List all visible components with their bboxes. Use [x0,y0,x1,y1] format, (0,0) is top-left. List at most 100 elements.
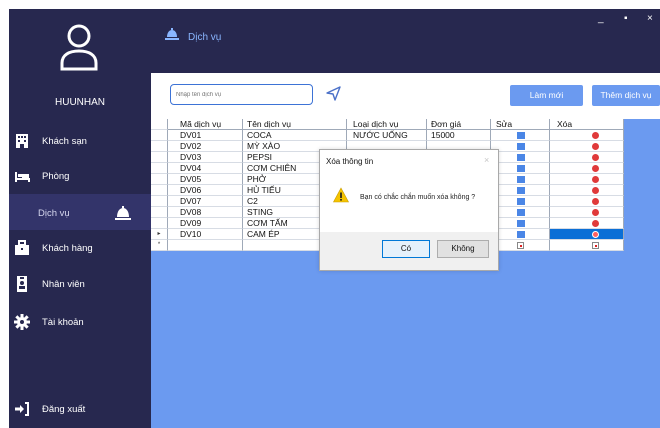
cell-service-id[interactable]: DV10 [168,229,243,240]
cell-edit [491,229,550,240]
cell-service-type[interactable]: NƯỚC UỐNG [347,130,427,141]
edit-icon[interactable] [517,176,525,183]
confirm-delete-dialog: Xóa thông tin × Bạn có chắc chắn muốn xó… [319,149,499,271]
edit-icon[interactable] [517,132,525,139]
cell-service-id[interactable]: DV08 [168,207,243,218]
missing-image-icon[interactable] [592,242,599,249]
cell-service-id[interactable]: DV05 [168,174,243,185]
delete-icon[interactable] [592,231,599,238]
cell-delete [550,229,624,240]
cell-edit [491,207,550,218]
dialog-no-button[interactable]: Không [437,240,489,258]
row-header[interactable]: * [151,240,168,251]
column-header-edit[interactable]: Sửa [491,119,550,130]
logout-icon [15,402,29,416]
edit-icon[interactable] [517,220,525,227]
dialog-yes-button[interactable]: Có [382,240,430,258]
minimize-button[interactable]: _ [598,13,604,24]
row-header[interactable] [151,163,168,174]
sidebar-item-room[interactable]: Phòng [9,159,151,195]
edit-icon[interactable] [517,165,525,172]
hotel-icon [16,134,28,148]
close-button[interactable]: × [647,13,653,24]
delete-icon[interactable] [592,154,599,161]
delete-icon[interactable] [592,198,599,205]
row-header[interactable] [151,174,168,185]
column-header-id[interactable]: Mã dịch vụ [168,119,243,130]
cell-delete [550,174,624,185]
cell-delete [550,218,624,229]
row-header[interactable] [151,152,168,163]
sidebar-item-customer[interactable]: Khách hàng [9,231,151,267]
cell-edit [491,130,550,141]
table-row[interactable]: DV01 COCA NƯỚC UỐNG 15000 [151,130,624,141]
refresh-button[interactable]: Làm mới [510,85,583,106]
cell-service-id[interactable]: DV04 [168,163,243,174]
cell-service-id[interactable] [168,240,243,251]
cell-edit [491,152,550,163]
cell-service-name[interactable]: COCA [243,130,347,141]
edit-icon[interactable] [517,187,525,194]
sidebar-item-label: Dịch vụ [38,208,70,219]
row-header[interactable] [151,207,168,218]
cell-edit [491,174,550,185]
delete-icon[interactable] [592,176,599,183]
cell-delete [550,152,624,163]
logout-label: Đăng xuất [42,404,86,415]
sidebar-item-label: Phòng [42,171,70,182]
delete-icon[interactable] [592,187,599,194]
add-service-button[interactable]: Thêm dịch vụ [592,85,660,106]
missing-image-icon[interactable] [517,242,524,249]
cell-service-id[interactable]: DV02 [168,141,243,152]
row-header[interactable] [151,196,168,207]
send-icon[interactable] [326,86,341,101]
cell-edit [491,163,550,174]
app-window: HUUNHAN Khách sạn Phòng Dịch vụ Khách hà… [0,3,660,428]
row-header[interactable] [151,185,168,196]
cell-edit [491,218,550,229]
cell-service-id[interactable]: DV03 [168,152,243,163]
column-header-type[interactable]: Loại dịch vụ [347,119,427,130]
sidebar-item-label: Khách hàng [42,243,93,254]
logout-button[interactable]: Đăng xuất [9,392,151,428]
sidebar-item-employee[interactable]: Nhân viên [9,267,151,303]
sidebar: HUUNHAN Khách sạn Phòng Dịch vụ Khách hà… [9,9,151,428]
search-input[interactable] [176,88,306,101]
row-header[interactable] [151,130,168,141]
cell-delete [550,240,624,251]
edit-icon[interactable] [517,198,525,205]
delete-icon[interactable] [592,209,599,216]
column-header-name[interactable]: Tên dịch vụ [243,119,347,130]
maximize-button[interactable]: ▪ [624,13,628,24]
edit-icon[interactable] [517,154,525,161]
sidebar-item-label: Khách sạn [42,136,87,147]
cell-edit [491,240,550,251]
cell-edit [491,141,550,152]
cell-service-id[interactable]: DV07 [168,196,243,207]
edit-icon[interactable] [517,209,525,216]
service-bell-icon [115,206,131,220]
cell-service-id[interactable]: DV06 [168,185,243,196]
sidebar-item-hotel[interactable]: Khách sạn [9,124,151,160]
dialog-close-button[interactable]: × [484,155,489,165]
column-header-price[interactable]: Đơn giá [427,119,491,130]
edit-icon[interactable] [517,231,525,238]
sidebar-item-account[interactable]: Tài khoản [9,305,151,341]
toolbar: Làm mới Thêm dịch vụ [151,73,660,119]
delete-icon[interactable] [592,132,599,139]
row-header[interactable]: ▸ [151,229,168,240]
row-header[interactable] [151,218,168,229]
main-content: Làm mới Thêm dịch vụ Mã dịch vụ Tên dịch… [151,73,660,428]
delete-icon[interactable] [592,165,599,172]
delete-icon[interactable] [592,143,599,150]
column-header-delete[interactable]: Xóa [550,119,624,130]
cell-delete [550,163,624,174]
edit-icon[interactable] [517,143,525,150]
cell-service-id[interactable]: DV09 [168,218,243,229]
cell-service-price[interactable]: 15000 [427,130,491,141]
row-header[interactable] [151,141,168,152]
dialog-title: Xóa thông tin [326,157,374,166]
cell-service-id[interactable]: DV01 [168,130,243,141]
sidebar-item-service[interactable]: Dịch vụ [9,194,151,230]
delete-icon[interactable] [592,220,599,227]
